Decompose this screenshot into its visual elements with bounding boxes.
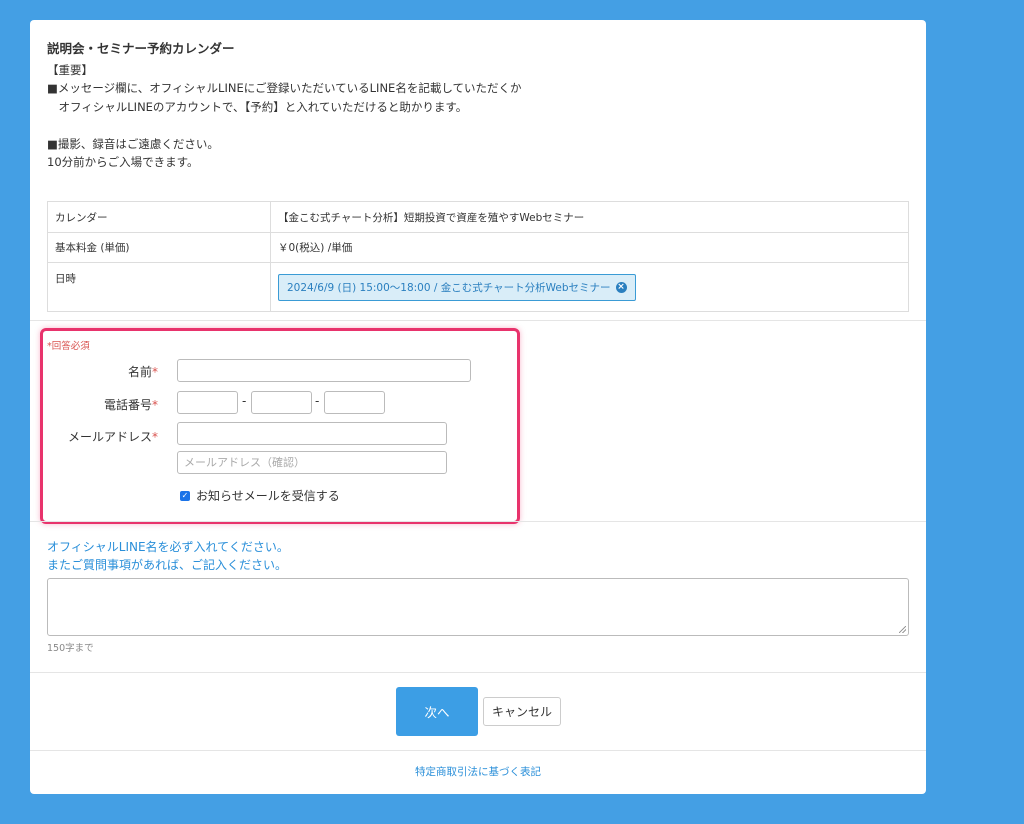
char-limit-note: 150字まで <box>47 643 94 654</box>
resize-handle-icon[interactable] <box>899 626 906 633</box>
phone-separator: - <box>315 394 320 408</box>
email-input[interactable] <box>177 422 447 445</box>
email-confirm-input[interactable]: メールアドレス（確認） <box>177 451 447 474</box>
divider <box>30 521 926 522</box>
intro-line: オフィシャルLINEのアカウントで、【予約】と入れていただけると助かります。 <box>47 99 468 114</box>
divider <box>30 750 926 751</box>
message-label: オフィシャルLINE名を必ず入れてください。 またご質問事項があれば、ご記入くだ… <box>47 540 289 572</box>
phone-input-3[interactable] <box>324 391 385 414</box>
phone-input-1[interactable] <box>177 391 238 414</box>
intro-line: 【重要】 <box>47 62 93 77</box>
email-label: メールアドレス* <box>67 430 158 444</box>
table-row: カレンダー 【金こむ式チャート分析】短期投資で資産を殖やすWebセミナー <box>47 201 909 233</box>
required-note: *回答必須 <box>47 341 90 352</box>
table-row: 日時 2024/6/9 (日) 15:00〜18:00 / 金こむ式チャート分析… <box>47 262 909 312</box>
booking-card: 説明会・セミナー予約カレンダー 【重要】 ■メッセージ欄に、オフィシャルLINE… <box>30 20 926 794</box>
next-button[interactable]: 次へ <box>396 687 478 736</box>
divider <box>30 320 926 321</box>
intro-line: 10分前からご入場できます。 <box>47 155 199 169</box>
message-textarea[interactable] <box>47 578 909 636</box>
booking-info-table: カレンダー 【金こむ式チャート分析】短期投資で資産を殖やすWebセミナー 基本料… <box>47 201 909 312</box>
close-icon[interactable]: × <box>615 281 627 293</box>
intro-section: 説明会・セミナー予約カレンダー 【重要】 ■メッセージ欄に、オフィシャルLINE… <box>47 40 907 172</box>
fee-value: ￥0(税込) /単価 <box>270 232 909 263</box>
table-row: 基本料金 (単価) ￥0(税込) /単価 <box>47 232 909 263</box>
newsletter-option[interactable]: ✓ お知らせメールを受信する <box>180 487 340 504</box>
required-mark: * <box>152 430 158 444</box>
intro-line: ■メッセージ欄に、オフィシャルLINEにご登録いただいているLINE名を記載して… <box>47 81 522 95</box>
name-input[interactable] <box>177 359 471 382</box>
calendar-value: 【金こむ式チャート分析】短期投資で資産を殖やすWebセミナー <box>270 201 909 233</box>
cancel-button[interactable]: キャンセル <box>483 697 561 726</box>
calendar-label: カレンダー <box>47 201 271 233</box>
divider <box>30 672 926 673</box>
datetime-label: 日時 <box>47 262 271 312</box>
intro-line: ■撮影、録音はご遠慮ください。 <box>47 136 219 151</box>
phone-input-2[interactable] <box>251 391 312 414</box>
phone-separator: - <box>242 394 247 408</box>
phone-label: 電話番号* <box>103 398 158 412</box>
required-mark: * <box>152 365 158 379</box>
newsletter-label: お知らせメールを受信する <box>196 489 340 503</box>
datetime-value: 2024/6/9 (日) 15:00〜18:00 / 金こむ式チャート分析Web… <box>287 281 611 294</box>
datetime-chip[interactable]: 2024/6/9 (日) 15:00〜18:00 / 金こむ式チャート分析Web… <box>278 273 636 301</box>
fee-label: 基本料金 (単価) <box>47 232 271 263</box>
legal-notice-link[interactable]: 特定商取引法に基づく表記 <box>30 764 926 779</box>
required-mark: * <box>152 398 158 412</box>
intro-line <box>47 116 907 135</box>
newsletter-checkbox[interactable]: ✓ <box>180 490 190 501</box>
page-title: 説明会・セミナー予約カレンダー <box>47 41 235 56</box>
name-label: 名前* <box>127 365 158 379</box>
